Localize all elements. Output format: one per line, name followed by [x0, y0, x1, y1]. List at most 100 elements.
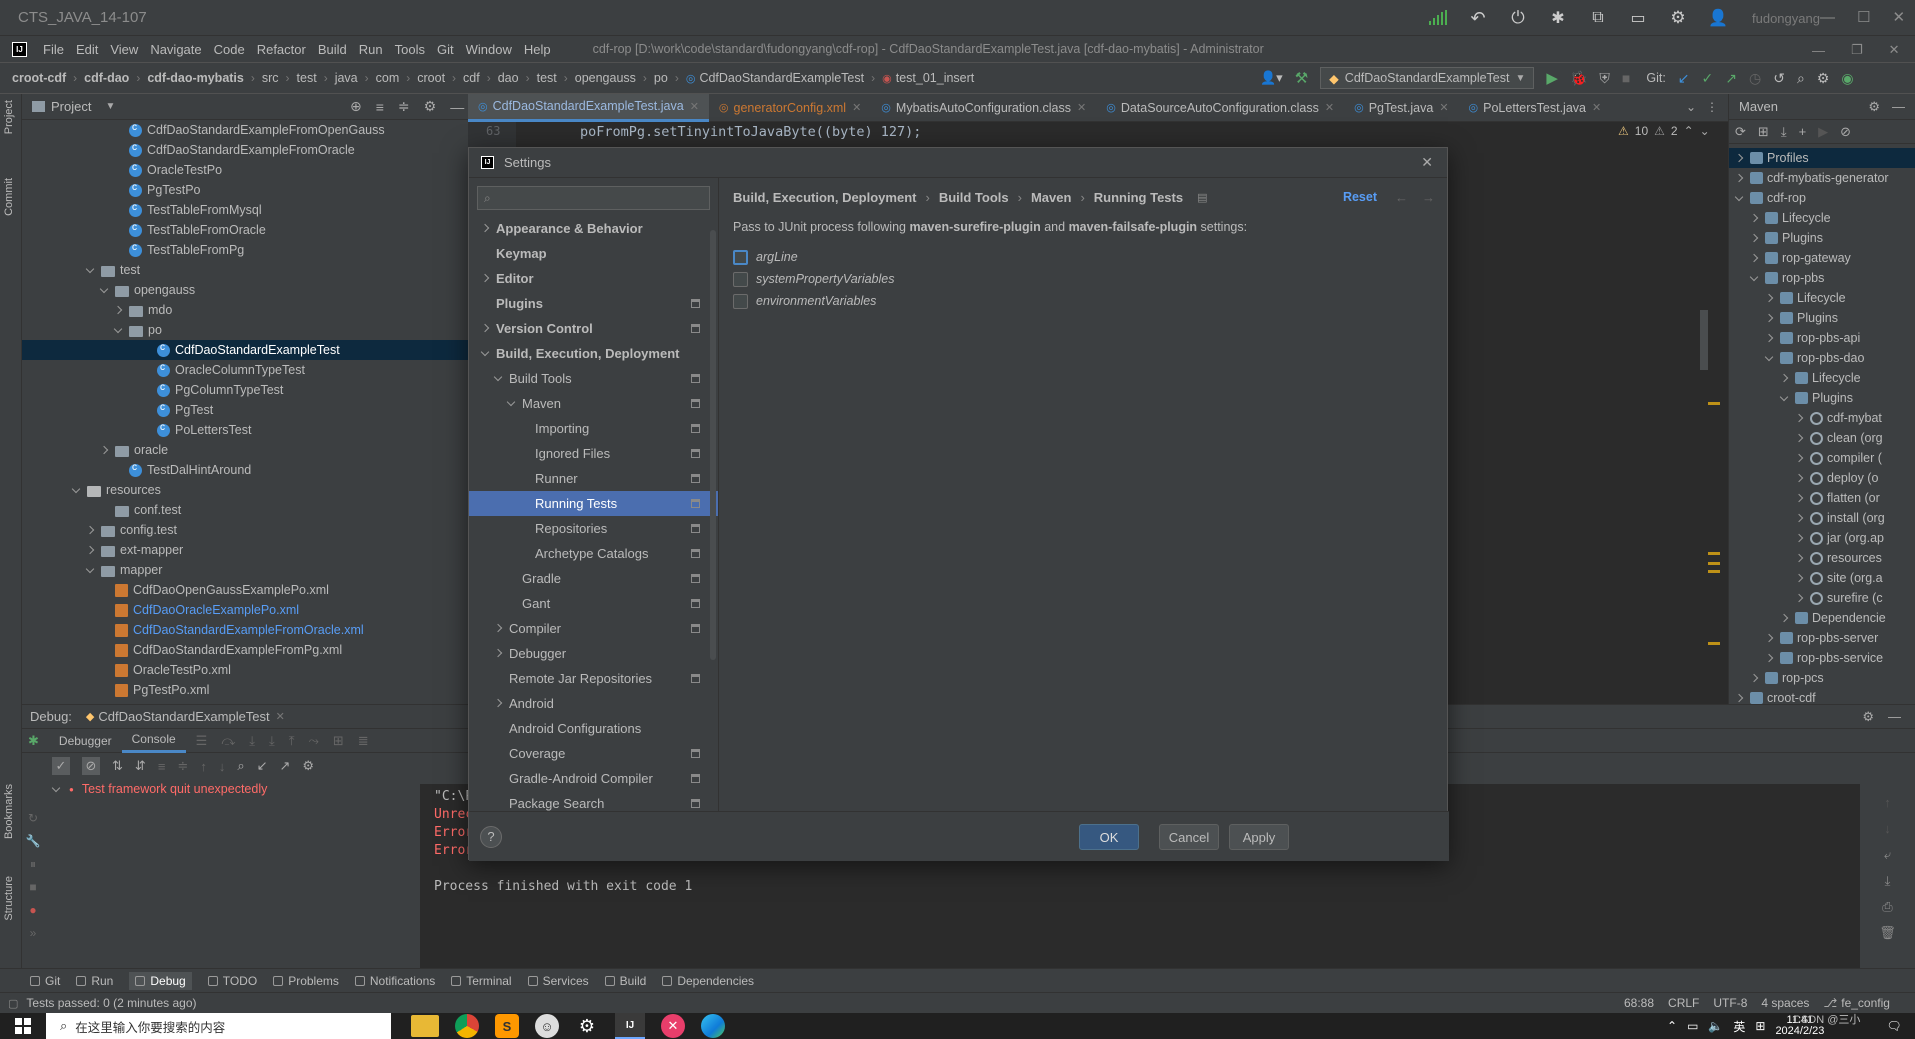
- chevron-right-icon[interactable]: [494, 624, 503, 633]
- tool-window-git[interactable]: Git: [30, 974, 60, 988]
- chevron-down-icon[interactable]: [100, 286, 109, 295]
- close-tab-icon[interactable]: ✕: [1077, 101, 1086, 114]
- settings-nav-item[interactable]: Gant: [469, 591, 718, 616]
- maven-tree-row[interactable]: cdf-mybatis-generator: [1729, 168, 1915, 188]
- file-encoding[interactable]: UTF-8: [1713, 996, 1747, 1010]
- test-search-icon[interactable]: ⌕: [237, 758, 244, 774]
- chevron-right-icon[interactable]: [1750, 674, 1759, 683]
- run-to-cursor-icon[interactable]: ⤳: [308, 733, 318, 749]
- breadcrumb-item[interactable]: cdf: [463, 71, 480, 85]
- expand-tests-icon[interactable]: ≡: [158, 759, 166, 774]
- system-property-variables-checkbox[interactable]: [733, 271, 748, 287]
- ide-restore-icon[interactable]: ❐: [1851, 42, 1863, 58]
- chevron-right-icon[interactable]: [1765, 294, 1774, 303]
- inspection-widget[interactable]: ⚠ 10 ⚠ 2 ⌃ ⌄: [1618, 124, 1710, 138]
- gear-icon[interactable]: ⚙: [1668, 8, 1688, 28]
- settings-nav-item[interactable]: Archetype Catalogs: [469, 541, 718, 566]
- chevron-down-icon[interactable]: [494, 374, 503, 383]
- chevron-right-icon[interactable]: [1795, 434, 1804, 443]
- project-tree-row[interactable]: OracleColumnTypeTest: [22, 360, 468, 380]
- chevron-right-icon[interactable]: [86, 546, 95, 555]
- tab-list-chevron-icon[interactable]: ⌄: [1686, 100, 1696, 114]
- editor-tab[interactable]: ◎ PoLettersTest.java ✕: [1459, 94, 1612, 122]
- project-title[interactable]: Project: [51, 99, 91, 114]
- locate-icon[interactable]: ⊕: [350, 98, 362, 115]
- chevron-right-icon[interactable]: [1795, 494, 1804, 503]
- tool-window-todo[interactable]: TODO: [207, 974, 257, 988]
- collapse-tests-icon[interactable]: ≑: [177, 758, 188, 774]
- menu-build[interactable]: Build: [318, 42, 347, 57]
- git-commit-icon[interactable]: ✓: [1702, 70, 1714, 87]
- reload-icon[interactable]: ⟳: [1735, 124, 1746, 140]
- breadcrumb-item[interactable]: test: [297, 71, 317, 85]
- close-tab-icon[interactable]: ✕: [1592, 101, 1601, 114]
- step-over-icon[interactable]: ⤼: [221, 733, 235, 749]
- user-icon[interactable]: 👤: [1708, 8, 1728, 28]
- option-argline[interactable]: argLine: [733, 246, 1449, 268]
- stop-debug-icon[interactable]: ■: [22, 876, 44, 899]
- collapse-all-icon[interactable]: ≑: [398, 98, 410, 115]
- chevron-right-icon[interactable]: [481, 274, 490, 283]
- project-tree-row[interactable]: oracle: [22, 440, 468, 460]
- editor-tab[interactable]: ◎ CdfDaoStandardExampleTest.java ✕: [468, 93, 709, 122]
- scroll-end-icon[interactable]: ⤓: [1860, 868, 1915, 894]
- maven-tree-row[interactable]: Lifecycle: [1729, 208, 1915, 228]
- show-ignored-icon[interactable]: ⊘: [82, 757, 100, 775]
- maven-tree-row[interactable]: Plugins: [1729, 228, 1915, 248]
- chevron-right-icon[interactable]: [1765, 634, 1774, 643]
- apply-button[interactable]: Apply: [1229, 824, 1289, 850]
- close-tab-icon[interactable]: ✕: [690, 100, 699, 113]
- project-tree-row[interactable]: ext-mapper: [22, 540, 468, 560]
- project-tree-row[interactable]: PoLettersTest: [22, 420, 468, 440]
- plugin-icon[interactable]: ◉: [1841, 70, 1853, 87]
- maven-tree-row[interactable]: Plugins: [1729, 388, 1915, 408]
- tool-commit[interactable]: Commit: [3, 178, 15, 219]
- share-icon[interactable]: ⧉: [1588, 9, 1608, 27]
- chevron-right-icon[interactable]: [1735, 694, 1744, 703]
- option-system-property-variables[interactable]: systemPropertyVariables: [733, 268, 1449, 290]
- maven-tree-row[interactable]: rop-pbs-api: [1729, 328, 1915, 348]
- add-project-icon[interactable]: ⊞: [1758, 124, 1769, 140]
- git-branch[interactable]: fe_config: [1841, 996, 1890, 1010]
- run-goal-icon[interactable]: ▶: [1818, 124, 1828, 140]
- project-tree-row[interactable]: CdfDaoStandardExampleFromPg.xml: [22, 640, 468, 660]
- chevron-right-icon[interactable]: [1795, 594, 1804, 603]
- maven-tree-row[interactable]: Lifecycle: [1729, 288, 1915, 308]
- maven-gear-icon[interactable]: ⚙: [1868, 99, 1880, 115]
- project-tree-row[interactable]: PgTestPo: [22, 180, 468, 200]
- chevron-down-icon[interactable]: [114, 326, 123, 335]
- search-icon[interactable]: ⌕: [1797, 70, 1805, 87]
- skip-tests-icon[interactable]: ⊘: [1840, 124, 1851, 140]
- settings-nav-item[interactable]: Debugger: [469, 641, 718, 666]
- maven-tree-row[interactable]: deploy (o: [1729, 468, 1915, 488]
- chevron-down-icon[interactable]: [86, 266, 95, 275]
- maven-tree-row[interactable]: resources: [1729, 548, 1915, 568]
- breadcrumb-item[interactable]: croot-cdf: [12, 71, 66, 85]
- settings-nav-item[interactable]: Repositories: [469, 516, 718, 541]
- resume-icon[interactable]: ↻: [22, 807, 44, 830]
- maven-tree-row[interactable]: rop-pbs: [1729, 268, 1915, 288]
- wrench-icon[interactable]: 🔧: [22, 830, 44, 853]
- caret-position[interactable]: 68:88: [1624, 996, 1654, 1010]
- settings-nav-scrollbar[interactable]: [710, 230, 716, 660]
- tool-window-terminal[interactable]: Terminal: [451, 974, 512, 988]
- project-tree-row[interactable]: TestTableFromPg: [22, 240, 468, 260]
- chevron-right-icon[interactable]: [1735, 174, 1744, 183]
- maven-tree-row[interactable]: Profiles: [1729, 148, 1915, 168]
- chevron-right-icon[interactable]: [1795, 514, 1804, 523]
- breadcrumb-item[interactable]: cdf-dao-mybatis: [147, 71, 244, 85]
- history-icon[interactable]: ◷: [1749, 70, 1761, 87]
- maven-tree-row[interactable]: Dependencie: [1729, 608, 1915, 628]
- chevron-right-icon[interactable]: [1750, 214, 1759, 223]
- breadcrumb-build[interactable]: Build, Execution, Deployment: [733, 190, 916, 205]
- settings-nav-item[interactable]: Plugins: [469, 291, 718, 316]
- tool-bookmarks[interactable]: Bookmarks: [3, 784, 15, 842]
- chevron-down-icon[interactable]: [86, 566, 95, 575]
- debug-gear-icon[interactable]: ⚙: [1862, 709, 1874, 725]
- chevron-right-icon[interactable]: [86, 526, 95, 535]
- maven-tree-row[interactable]: rop-pbs-dao: [1729, 348, 1915, 368]
- pause-icon[interactable]: ⏸: [22, 853, 44, 876]
- menu-edit[interactable]: Edit: [76, 42, 98, 57]
- git-update-icon[interactable]: ↙: [1678, 70, 1690, 87]
- maven-tree-row[interactable]: flatten (or: [1729, 488, 1915, 508]
